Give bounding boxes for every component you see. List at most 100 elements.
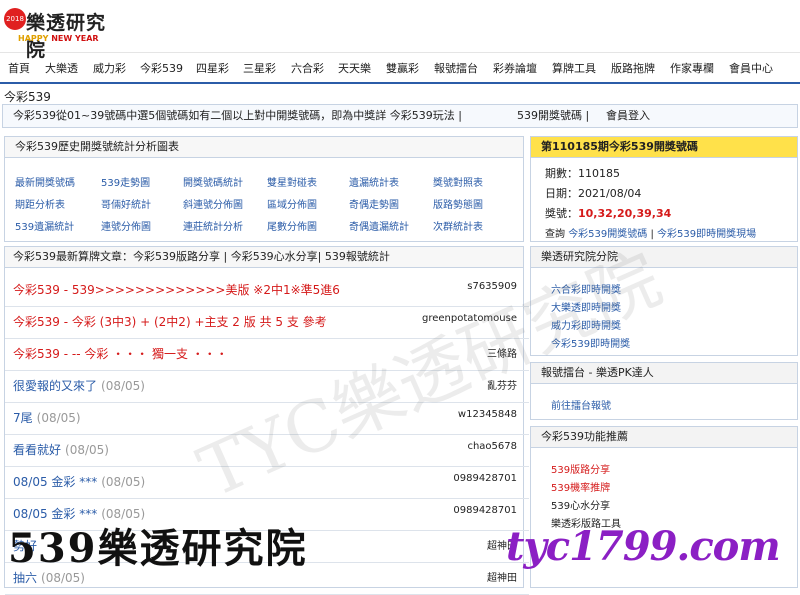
stats-link[interactable]: 版路勢態圖 [433,196,483,211]
article-title-text[interactable]: 今彩539 - 今彩 (3中3) + (2中2) +主支 2 版 共 5 支 參… [13,315,327,329]
stats-link[interactable]: 539走勢圖 [101,174,150,189]
stats-link[interactable]: 獎號對照表 [433,174,483,189]
article-author: 超神田 [487,573,517,584]
nav-item-member[interactable]: 會員中心 [729,60,773,76]
feature-link-share[interactable]: 539心水分享 [551,497,610,512]
stats-link[interactable]: 期距分析表 [15,196,65,211]
nav-item-daily[interactable]: 天天樂 [338,60,371,76]
logo-subtitle: HAPPY NEW YEAR [18,34,99,43]
branch-link-lotto[interactable]: 大樂透即時開獎 [551,299,621,314]
article-row[interactable]: 很愛報的又來了 (08/05) 亂芬芬 [13,377,517,399]
stats-link[interactable]: 539遺漏統計 [15,218,74,233]
article-title[interactable]: 今彩539 - -- 今彩 ・・・ 獨一支 ・・・ [13,345,228,362]
draw-query: 查詢 今彩539開獎號碼 | 今彩539即時開獎現場 [545,225,756,240]
article-title-text[interactable]: 今彩539 - -- 今彩 ・・・ 獨一支 ・・・ [13,347,228,361]
stats-link[interactable]: 遺漏統計表 [349,174,399,189]
nav-item-columns[interactable]: 作家專欄 [670,60,714,76]
intro-bar: 今彩539從01~39號碼中選5個號碼如有二個以上對中開獎號碼，即為中獎詳 今彩… [2,104,798,128]
draw-query-link-results[interactable]: 今彩539開獎號碼 [568,229,647,240]
draw-period: 期數：110185 [545,165,620,181]
stats-link[interactable]: 連號分佈圖 [101,218,151,233]
article-row[interactable]: 08/05 金彩 *** (08/05) 0989428701 [13,473,517,495]
stats-link[interactable]: 開獎號碼統計 [183,174,243,189]
article-author: 0989428701 [453,505,517,516]
article-title[interactable]: 今彩539 - 今彩 (3中3) + (2中2) +主支 2 版 共 5 支 參… [13,313,327,330]
article-divider [5,434,529,435]
nav-divider [0,82,800,84]
watermark-title: 539樂透研究院 [8,525,308,572]
branch-link-539[interactable]: 今彩539即時開獎 [551,335,630,350]
article-title[interactable]: 7尾 (08/05) [13,409,81,426]
article-divider [5,306,529,307]
article-row[interactable]: 今彩539 - 539>>>>>>>>>>>>>美版 ※2中1※準5進6 s763… [13,281,517,303]
nav-item-tools[interactable]: 算牌工具 [552,60,596,76]
article-row[interactable]: 今彩539 - -- 今彩 ・・・ 獨一支 ・・・ 三條路 [13,345,517,367]
article-title[interactable]: 今彩539 - 539>>>>>>>>>>>>>美版 ※2中1※準5進6 [13,281,340,298]
article-row[interactable]: 今彩539 - 今彩 (3中3) + (2中2) +主支 2 版 共 5 支 參… [13,313,517,335]
stats-panel: 今彩539歷史開獎號統計分析圖表 最新開獎號碼 539走勢圖 開獎號碼統計 雙星… [4,136,524,242]
article-divider [5,466,529,467]
stats-link[interactable]: 次群統計表 [433,218,483,233]
pk-arena-link[interactable]: 前往擂台報號 [551,397,611,412]
nav-item-marksix[interactable]: 六合彩 [291,60,324,76]
nav-item-lotto[interactable]: 大樂透 [45,60,78,76]
article-title[interactable]: 看看就好 (08/05) [13,441,109,458]
article-row[interactable]: 7尾 (08/05) w12345848 [13,409,517,431]
nav-item-power[interactable]: 威力彩 [93,60,126,76]
stats-link[interactable]: 連莊統計分析 [183,218,243,233]
nav-item-forum[interactable]: 彩券論壇 [493,60,537,76]
draw-numbers: 獎號：10,32,20,39,34 [545,205,671,221]
watermark-url: tyc1799.com [506,523,781,570]
article-title-text[interactable]: 很愛報的又來了 [13,379,97,393]
branch-link-power[interactable]: 威力彩即時開獎 [551,317,621,332]
article-row[interactable]: 看看就好 (08/05) chao5678 [13,441,517,463]
stats-link[interactable]: 雙星對碰表 [267,174,317,189]
results-link[interactable]: 539開獎號碼 | [517,105,589,127]
pk-title: 報號擂台 - 樂透PK達人 [531,363,797,384]
site-header: 2018 樂透研究院 HAPPY NEW YEAR [0,0,800,61]
draw-result-panel: 第110185期今彩539開獎號碼 期數：110185 日期：2021/08/0… [530,136,798,242]
article-title[interactable]: 很愛報的又來了 (08/05) [13,377,145,394]
logo-sub-happy: HAPPY [18,34,49,43]
main-nav: 首頁 大樂透 威力彩 今彩539 四星彩 三星彩 六合彩 天天樂 雙贏彩 報號擂… [0,56,800,80]
article-title[interactable]: 08/05 金彩 *** (08/05) [13,473,145,490]
draw-title: 第110185期今彩539開獎號碼 [531,137,797,158]
nav-item-home[interactable]: 首頁 [8,60,30,76]
draw-numbers-label: 獎號： [545,207,578,220]
articles-title: 今彩539最新算牌文章：今彩539版路分享 | 今彩539心水分享| 539報號… [5,247,523,268]
article-title-text[interactable]: 08/05 金彩 *** [13,475,97,489]
stats-link[interactable]: 哥倆好統計 [101,196,151,211]
stats-link[interactable]: 奇偶走勢圖 [349,196,399,211]
nav-item-double[interactable]: 雙贏彩 [386,60,419,76]
article-title-text[interactable]: 7尾 [13,411,33,425]
stats-link[interactable]: 斜連號分佈圖 [183,196,243,211]
stats-title: 今彩539歷史開獎號統計分析圖表 [5,137,523,158]
article-author: 三條路 [487,349,517,360]
draw-date: 日期：2021/08/04 [545,185,641,201]
article-divider [5,338,529,339]
member-login-link[interactable]: 會員登入 [606,105,650,127]
article-title-text[interactable]: 看看就好 [13,443,61,457]
feature-link-prob[interactable]: 539機率推牌 [551,479,610,494]
nav-item-3star[interactable]: 三星彩 [243,60,276,76]
stats-link[interactable]: 最新開獎號碼 [15,174,75,189]
article-title-text[interactable]: 今彩539 - 539>>>>>>>>>>>>>美版 ※2中1※準5進6 [13,283,340,297]
breadcrumb: 今彩539 [4,90,51,104]
article-divider [5,370,529,371]
nav-item-arena[interactable]: 報號擂台 [434,60,478,76]
feature-link-patterns[interactable]: 539版路分享 [551,461,610,476]
stats-link[interactable]: 奇偶遺漏統計 [349,218,409,233]
branch-title: 樂透研究院分院 [531,247,797,268]
stats-link[interactable]: 尾數分佈圖 [267,218,317,233]
draw-query-link-live[interactable]: 今彩539即時開獎現場 [657,229,756,240]
nav-item-4star[interactable]: 四星彩 [196,60,229,76]
nav-item-539[interactable]: 今彩539 [140,60,183,76]
nav-item-patterns[interactable]: 版路拖牌 [611,60,655,76]
site-logo[interactable]: 2018 樂透研究院 HAPPY NEW YEAR [4,4,124,61]
features-title: 今彩539功能推薦 [531,427,797,448]
branch-link-marksix[interactable]: 六合彩即時開獎 [551,281,621,296]
stats-link[interactable]: 區域分佈圖 [267,196,317,211]
draw-query-sep: | [650,229,654,240]
logo-year-badge: 2018 [4,8,26,30]
draw-query-label: 查詢 [545,229,565,240]
